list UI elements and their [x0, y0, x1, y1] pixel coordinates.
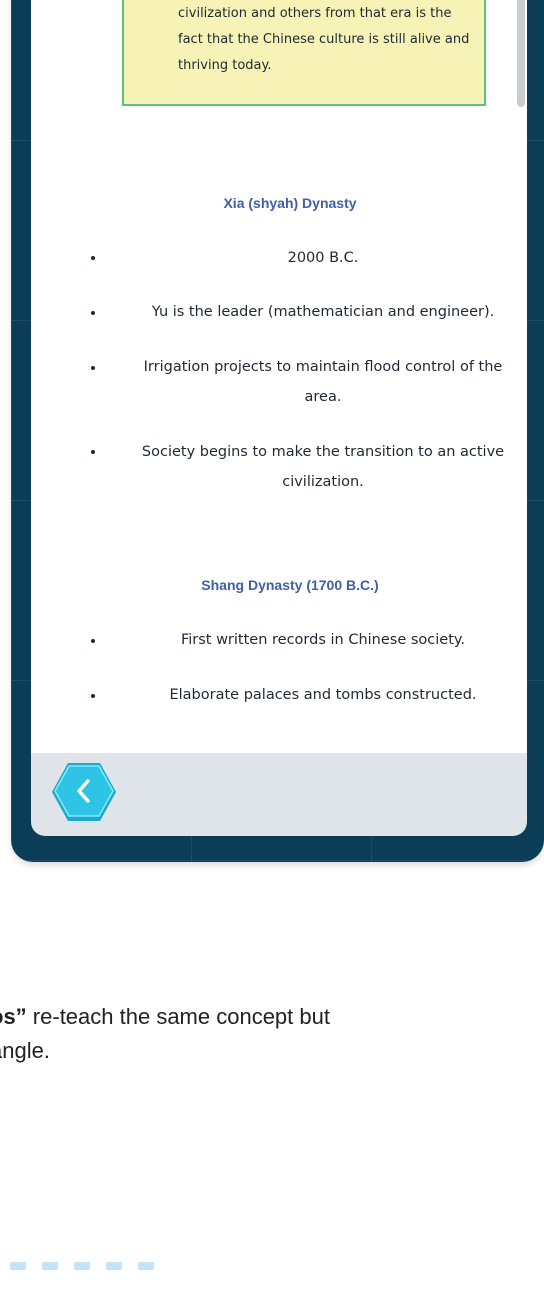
device-frame: 4000 years ago. The difference between t…: [11, 0, 544, 862]
caption-bold: os”: [0, 1004, 27, 1029]
list-item: Irrigation projects to maintain flood co…: [143, 359, 503, 405]
progress-dash: [42, 1262, 58, 1270]
scrollbar[interactable]: [517, 0, 525, 107]
progress-dash: [106, 1262, 122, 1270]
caption-text: os” re-teach the same concept but angle.: [0, 1000, 544, 1068]
intro-note-text: 4000 years ago. The difference between t…: [178, 6, 470, 73]
caption-line1: re-teach the same concept but: [26, 1004, 330, 1029]
bullet-icon: [91, 311, 99, 319]
bullet-icon: [91, 256, 99, 264]
section-title-shang: Shang Dynasty (1700 B.C.): [201, 577, 379, 593]
list-item: 2000 B.C.: [287, 250, 359, 266]
scrollbar-thumb[interactable]: [517, 0, 525, 107]
list-item: First written records in Chinese society…: [180, 632, 466, 648]
intro-note-box: 4000 years ago. The difference between t…: [122, 0, 486, 106]
progress-dash: [74, 1262, 90, 1270]
chevron-left-icon: [52, 763, 116, 821]
bullet-icon: [91, 366, 99, 374]
back-button[interactable]: [51, 760, 117, 824]
list-item: Elaborate palaces and tombs constructed.: [169, 687, 477, 703]
caption-line2: angle.: [0, 1038, 50, 1063]
content-screen: 4000 years ago. The difference between t…: [31, 0, 527, 816]
progress-dash: [138, 1262, 154, 1270]
bullet-icon: [91, 450, 99, 458]
bullet-icon: [91, 639, 99, 647]
bullet-icon: [91, 694, 99, 702]
section-title-xia: Xia (shyah) Dynasty: [223, 195, 357, 211]
list-item: Society begins to make the transition to…: [141, 444, 505, 490]
list-item: Yu is the leader (mathematician and engi…: [151, 304, 495, 320]
progress-dash: [10, 1262, 26, 1270]
